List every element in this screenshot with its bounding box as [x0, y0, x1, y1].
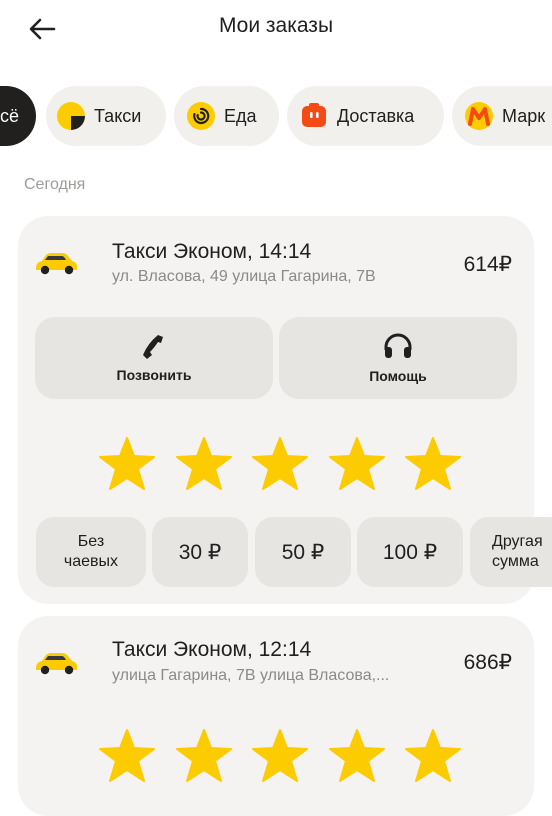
tip-label: 100 ₽: [382, 540, 438, 564]
phone-icon: [143, 335, 163, 359]
tip-label: 50 ₽: [281, 540, 325, 564]
delivery-logo-icon: [299, 101, 329, 131]
tip-100-button[interactable]: 100 ₽: [357, 517, 463, 587]
market-logo-icon: [464, 101, 494, 131]
taxi-car-icon: [36, 653, 77, 675]
star-icon[interactable]: [251, 728, 309, 784]
tab-all[interactable]: сё: [0, 86, 36, 146]
headset-icon: [384, 333, 412, 358]
order-card[interactable]: Такси Эконом, 12:14 улица Гагарина, 7В у…: [18, 616, 534, 816]
taxi-car-icon: [36, 253, 77, 275]
rating-stars: [18, 436, 534, 496]
tip-none-button[interactable]: Без чаевых: [36, 517, 146, 587]
star-icon[interactable]: [175, 728, 233, 784]
tab-taxi[interactable]: Такси: [46, 86, 166, 146]
tip-30-button[interactable]: 30 ₽: [152, 517, 248, 587]
star-icon[interactable]: [98, 728, 156, 784]
tip-options: Без чаевых 30 ₽ 50 ₽ 100 ₽ Другая сумма: [36, 517, 552, 589]
tab-label: Доставка: [337, 105, 415, 126]
order-price: 614₽: [463, 253, 512, 276]
call-label: Позвонить: [116, 367, 192, 383]
star-icon[interactable]: [404, 436, 462, 492]
tab-label: сё: [0, 105, 20, 126]
star-icon[interactable]: [251, 436, 309, 492]
section-date-label: Сегодня: [24, 176, 86, 193]
rating-stars: [18, 728, 534, 788]
help-label: Помощь: [369, 368, 427, 384]
tip-custom-button[interactable]: Другая сумма: [470, 517, 552, 587]
tab-label: Марк: [502, 105, 546, 126]
tip-label: 30 ₽: [178, 540, 222, 564]
tab-market[interactable]: Марк: [452, 86, 552, 146]
order-title: Такси Эконом, 14:14: [112, 240, 312, 263]
order-title: Такси Эконом, 12:14: [112, 638, 312, 661]
order-price: 686₽: [463, 651, 512, 674]
call-button[interactable]: Позвонить: [35, 317, 273, 399]
tab-delivery[interactable]: Доставка: [287, 86, 444, 146]
taxi-logo-icon: [56, 101, 86, 131]
tip-label: Другая сумма: [492, 533, 543, 570]
order-address: улица Гагарина, 7В улица Власова,...: [112, 667, 390, 684]
help-button[interactable]: Помощь: [279, 317, 517, 399]
tab-label: Такси: [94, 105, 142, 126]
star-icon[interactable]: [404, 728, 462, 784]
service-filter-chips: сё Такси Еда Доставка Марк: [0, 86, 552, 148]
eda-logo-icon: [186, 101, 216, 131]
page-title: Мои заказы: [218, 14, 334, 37]
tip-50-button[interactable]: 50 ₽: [255, 517, 351, 587]
star-icon[interactable]: [98, 436, 156, 492]
app-header: Мои заказы: [0, 0, 552, 60]
star-icon[interactable]: [328, 728, 386, 784]
tip-label: Без чаевых: [63, 533, 119, 570]
star-icon[interactable]: [175, 436, 233, 492]
order-address: ул. Власова, 49 улица Гагарина, 7В: [112, 268, 376, 285]
star-icon[interactable]: [328, 436, 386, 492]
tab-label: Еда: [224, 105, 257, 126]
tab-eda[interactable]: Еда: [174, 86, 279, 146]
